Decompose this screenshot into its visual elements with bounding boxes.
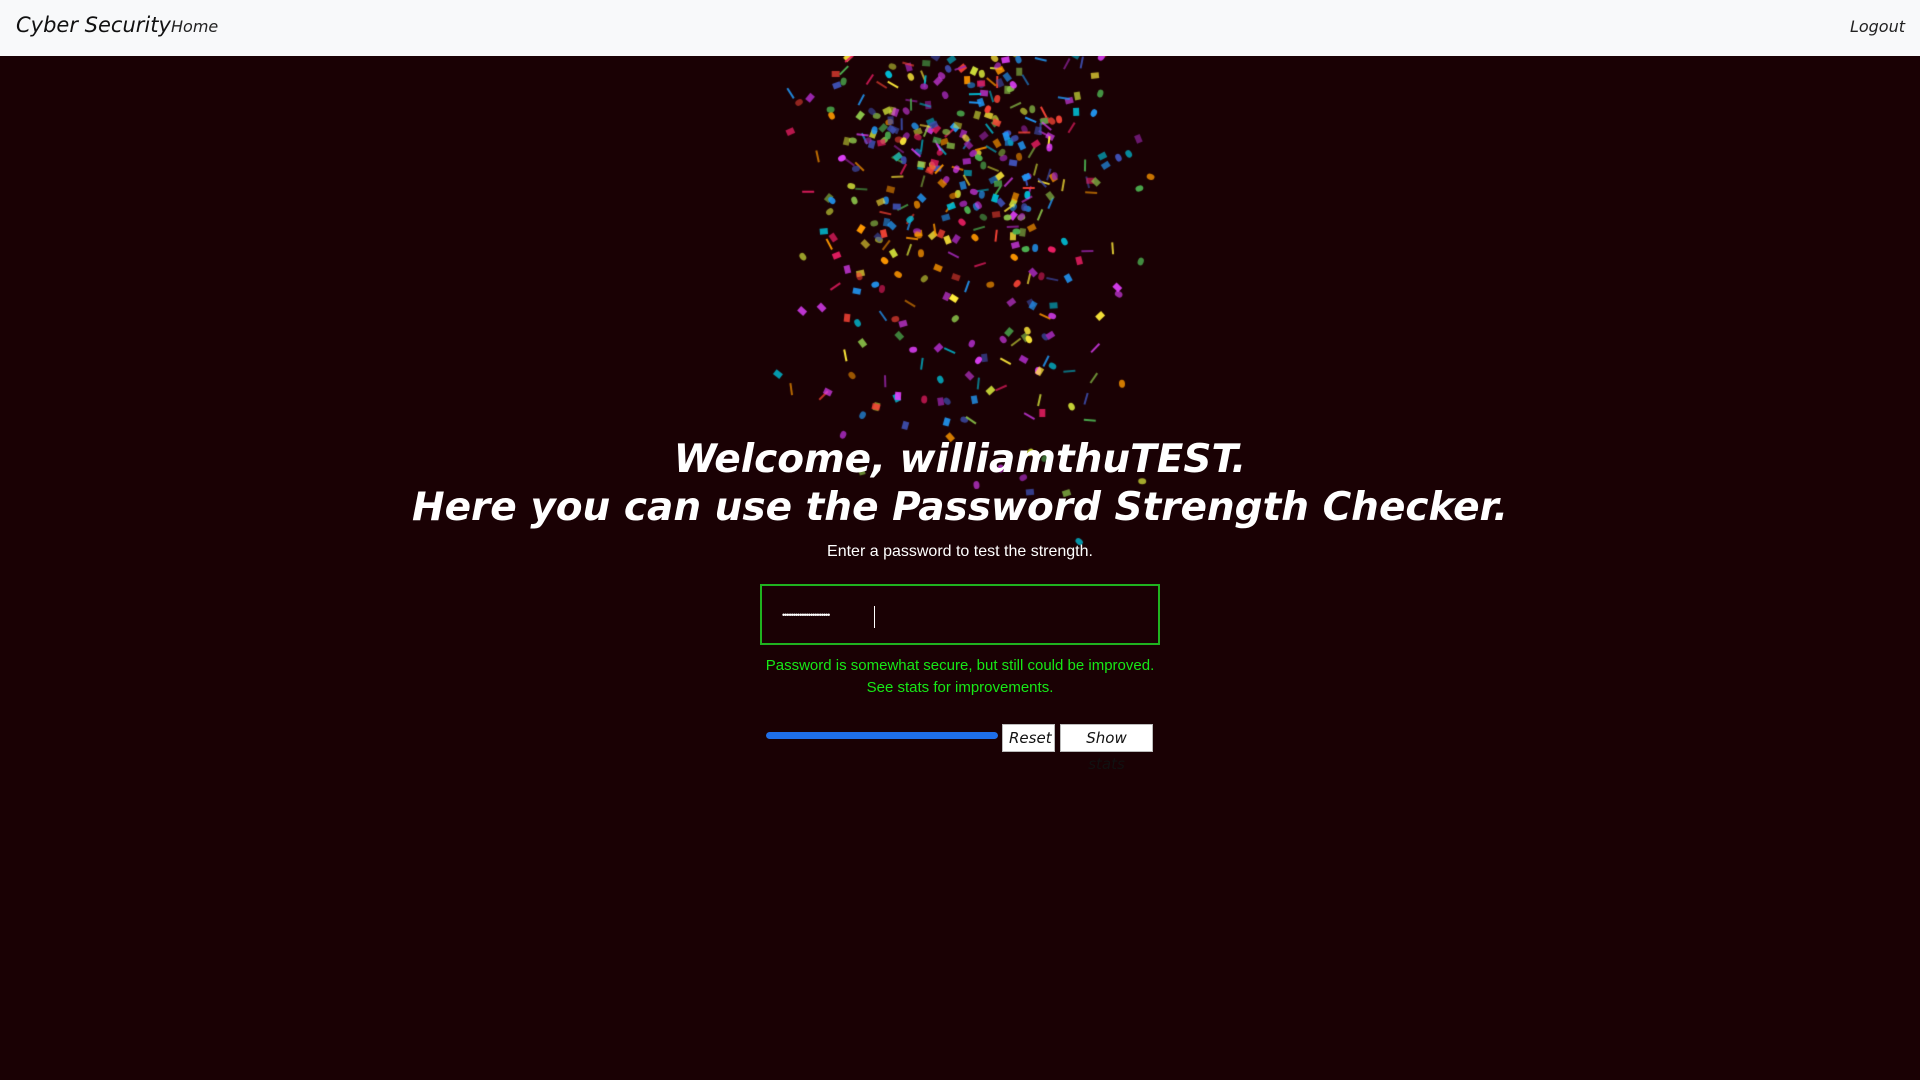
strength-message-line2: See stats for improvements.	[866, 679, 1054, 696]
password-input[interactable]	[780, 596, 1144, 634]
strength-progress-bar	[766, 732, 998, 739]
reset-button[interactable]: Reset	[1002, 724, 1055, 752]
checker-heading: Here you can use the Password Strength C…	[411, 485, 1509, 530]
password-field-container	[760, 584, 1160, 645]
strength-progress-fill	[766, 732, 998, 739]
top-navbar: Cyber Security Home Logout	[0, 0, 1920, 56]
strength-message: Password is somewhat secure, but still c…	[660, 655, 1260, 699]
instruction-text: Enter a password to test the strength.	[827, 543, 1093, 560]
nav-home-link[interactable]: Home	[171, 17, 218, 36]
main-content: Welcome, williamthuTEST. Here you can us…	[0, 436, 1920, 562]
text-caret	[874, 606, 875, 628]
welcome-heading: Welcome, williamthuTEST.	[673, 437, 1247, 482]
brand-link[interactable]: Cyber Security	[16, 13, 171, 37]
strength-message-line1: Password is somewhat secure, but still c…	[765, 657, 1155, 674]
logout-link[interactable]: Logout	[1850, 17, 1905, 36]
show-stats-button[interactable]: Show stats	[1060, 724, 1153, 773]
